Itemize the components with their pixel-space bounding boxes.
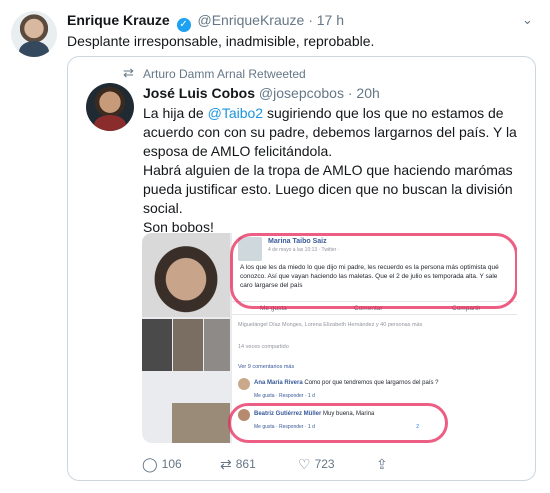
attached-image[interactable]: Marina Taibo Saiz 4 de mayo a las 10:13 … <box>142 233 517 443</box>
photo-thumbnail <box>142 233 230 317</box>
fb-comment: Ana María Rivera Como por que tendremos … <box>254 380 438 386</box>
quoted-author-avatar[interactable] <box>86 83 134 131</box>
retweet-icon: ⇄ <box>123 65 134 80</box>
author-handle[interactable]: @EnriqueKrauze <box>197 12 304 28</box>
author-name[interactable]: Enrique Krauze <box>67 12 170 28</box>
fb-shared: 14 veces compartido <box>238 344 289 350</box>
reply-count: 106 <box>161 457 182 471</box>
retweet-label[interactable]: Arturo Damm Arnal Retweeted <box>143 67 306 81</box>
photo-thumbnail <box>204 319 230 371</box>
quoted-text: La hija de @Taibo2 sugiriendo que los qu… <box>143 104 528 237</box>
retweet-icon: ⇄ <box>220 456 232 472</box>
fb-comment-meta: Me gusta · Responder · 1 d <box>254 393 315 399</box>
fb-more-comments: Ver 9 comentarios más <box>238 364 295 370</box>
share-button[interactable]: ⇪ <box>376 456 392 473</box>
separator: · <box>347 85 353 101</box>
retweet-count: 861 <box>235 457 256 471</box>
fb-reactions: Miguelángel Díaz Monges, Lorena Elizabet… <box>238 322 423 328</box>
text-span: La hija de <box>143 105 208 121</box>
highlight-circle <box>228 403 448 443</box>
photo-thumbnail <box>173 319 203 371</box>
tweet[interactable]: Enrique Krauze ✓ @EnriqueKrauze · 17 h ⌄… <box>0 0 550 493</box>
like-count: 723 <box>314 457 335 471</box>
retweet-button[interactable]: ⇄ 861 <box>220 456 256 473</box>
reply-icon: ◯ <box>142 456 158 472</box>
like-icon: ♡ <box>298 456 311 472</box>
quoted-time[interactable]: 20h <box>356 85 379 101</box>
photo-thumbnail <box>172 403 230 443</box>
fb-comment-text: Como por que tendremos que largarnos del… <box>304 380 439 386</box>
fb-comment-avatar <box>238 378 250 390</box>
fb-comment-author: Ana María Rivera <box>254 380 303 386</box>
quoted-author-handle[interactable]: @josepcobos <box>259 85 344 101</box>
quoted-header: José Luis Cobos @josepcobos · 20h <box>143 85 380 101</box>
quoted-line: La hija de @Taibo2 sugiriendo que los qu… <box>143 104 528 161</box>
author-avatar[interactable] <box>11 11 57 57</box>
quoted-author-name[interactable]: José Luis Cobos <box>143 85 255 101</box>
highlight-circle <box>230 233 517 309</box>
chevron-down-icon[interactable]: ⌄ <box>522 12 533 28</box>
verified-icon: ✓ <box>176 18 191 32</box>
separator: · <box>308 12 313 28</box>
reply-button[interactable]: ◯ 106 <box>142 456 182 473</box>
like-button[interactable]: ♡ 723 <box>298 456 335 473</box>
action-bar: ◯ 106 ⇄ 861 ♡ 723 ⇪ <box>142 456 422 474</box>
tweet-text: Desplante irresponsable, inadmisible, re… <box>67 33 375 49</box>
photo-thumbnail <box>142 319 172 371</box>
quoted-tweet-card[interactable]: ⇄ Arturo Damm Arnal Retweeted José Luis … <box>67 56 536 481</box>
quoted-line: Habrá alguien de la tropa de AMLO que ha… <box>143 162 513 216</box>
share-icon: ⇪ <box>376 456 388 472</box>
mention-link[interactable]: @Taibo2 <box>208 105 263 121</box>
tweet-time[interactable]: 17 h <box>317 12 344 28</box>
tweet-header: Enrique Krauze ✓ @EnriqueKrauze · 17 h <box>67 12 344 32</box>
